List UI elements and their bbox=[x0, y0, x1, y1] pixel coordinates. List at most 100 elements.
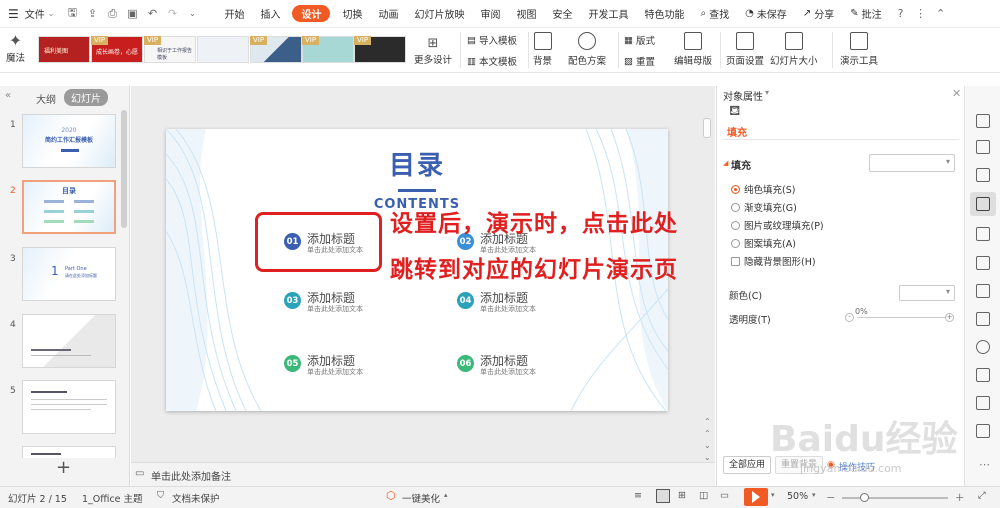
tab-design[interactable]: 设计 bbox=[292, 5, 331, 22]
collapse-panel-icon[interactable]: « bbox=[5, 90, 11, 101]
notes-toggle-icon[interactable]: ≡ bbox=[634, 490, 642, 501]
pattern-fill-radio[interactable]: 图案填充(A) bbox=[731, 236, 796, 250]
template-thumb[interactable]: VIP bbox=[302, 36, 354, 63]
reset-background-button[interactable]: 重置背景 bbox=[775, 456, 823, 474]
template-thumb[interactable] bbox=[197, 36, 249, 63]
import-template-button[interactable]: ▤ 导入模板 bbox=[467, 33, 517, 48]
more-icon[interactable]: ⋮ bbox=[914, 7, 928, 21]
zoom-slider[interactable] bbox=[842, 493, 948, 502]
more-designs-button[interactable]: ⊞ 更多设计 bbox=[414, 36, 452, 66]
search-box[interactable]: ⌕ 查找 bbox=[692, 0, 737, 28]
solid-fill-radio[interactable]: 纯色填充(S) bbox=[731, 182, 795, 196]
doc-protection[interactable]: 文档未保护 bbox=[172, 491, 220, 505]
transparency-slider[interactable] bbox=[857, 317, 945, 318]
save-icon[interactable]: 🖫 bbox=[65, 6, 79, 21]
background-button[interactable]: 背景 bbox=[533, 32, 552, 67]
tab-outline[interactable]: 大纲 bbox=[36, 91, 56, 106]
layout-icon[interactable] bbox=[976, 312, 990, 326]
slide-thumbnail-4[interactable] bbox=[22, 314, 116, 368]
collapse-icon[interactable]: ⌃ bbox=[934, 7, 948, 21]
shapes-icon[interactable] bbox=[976, 114, 990, 128]
tab-security[interactable]: 安全 bbox=[544, 0, 580, 28]
tab-view[interactable]: 视图 bbox=[508, 0, 544, 28]
sorter-view-icon[interactable]: ⊞ bbox=[678, 490, 686, 501]
fill-dropdown[interactable]: ▾ bbox=[869, 154, 955, 172]
backup-icon[interactable] bbox=[976, 368, 990, 382]
share-button[interactable]: ↗ 分享 bbox=[795, 0, 842, 28]
zoom-in-button[interactable]: ＋ bbox=[955, 490, 965, 504]
notes-pane[interactable]: ▭ 单击此处添加备注 bbox=[131, 462, 715, 486]
template-thumb[interactable]: VIP bbox=[354, 36, 406, 63]
add-slide-button[interactable]: + bbox=[56, 458, 71, 478]
reset-button[interactable]: ▧ 重置 bbox=[624, 54, 655, 69]
undo-icon[interactable]: ↶ bbox=[145, 7, 159, 21]
decrease-button[interactable]: - bbox=[845, 313, 854, 322]
magic-button[interactable]: ✦ 魔法 bbox=[6, 32, 25, 65]
menu-icon[interactable]: ☰ bbox=[0, 0, 23, 28]
print-icon[interactable]: ⎙ bbox=[105, 7, 119, 21]
zoom-level[interactable]: 50% bbox=[787, 491, 808, 502]
presentation-tools-button[interactable]: 演示工具 bbox=[840, 32, 878, 67]
tab-review[interactable]: 审阅 bbox=[472, 0, 508, 28]
slideshow-view-icon[interactable]: ▭ bbox=[720, 490, 729, 501]
expand-arrow-icon[interactable]: ◢ bbox=[723, 159, 728, 167]
scrollbar[interactable] bbox=[121, 110, 127, 228]
more-icon[interactable]: ⋯ bbox=[979, 458, 990, 471]
tab-insert[interactable]: 插入 bbox=[252, 0, 288, 28]
record-icon[interactable] bbox=[976, 396, 990, 410]
chevron-down-icon[interactable]: ▾ bbox=[771, 491, 775, 499]
tab-slideshow[interactable]: 幻灯片放映 bbox=[406, 0, 472, 28]
settings-sliders-icon[interactable] bbox=[976, 197, 990, 211]
this-template-button[interactable]: ▥ 本文模板 bbox=[467, 54, 517, 69]
color-dropdown[interactable]: ▾ bbox=[899, 285, 955, 301]
preview-icon[interactable]: ▣ bbox=[125, 7, 139, 21]
page-nav[interactable]: ⌃ ⌃ ⌄ ⌄ bbox=[704, 416, 711, 464]
template-thumb[interactable]: 福利美图 bbox=[38, 36, 90, 63]
tab-animation[interactable]: 动画 bbox=[370, 0, 406, 28]
picture-fill-radio[interactable]: 图片或纹理填充(P) bbox=[731, 218, 824, 232]
zoom-slider-thumb[interactable] bbox=[860, 493, 869, 502]
hide-bg-graphics-checkbox[interactable]: 隐藏背景图形(H) bbox=[731, 254, 816, 268]
sync-icon[interactable] bbox=[976, 424, 990, 438]
export-icon[interactable]: ⇪ bbox=[85, 7, 99, 21]
template-thumb[interactable]: VIP bbox=[250, 36, 302, 63]
toc-item[interactable]: 03 添加标题 单击此处添加文本 bbox=[284, 291, 363, 314]
play-button[interactable] bbox=[744, 488, 768, 506]
unsaved-button[interactable]: ◔ 未保存 bbox=[737, 0, 795, 28]
properties-icon[interactable] bbox=[976, 140, 990, 154]
slide-size-button[interactable]: 幻灯片大小 bbox=[770, 32, 818, 67]
scrollbar[interactable] bbox=[703, 118, 711, 138]
increase-button[interactable]: + bbox=[945, 313, 954, 322]
slide-thumbnail-3[interactable]: 1 Part One 请在此处添加标题 bbox=[22, 247, 116, 301]
fit-window-icon[interactable]: ⤢ bbox=[978, 490, 986, 501]
template-thumb[interactable]: VIP 相识于工作报告模板 bbox=[144, 36, 196, 63]
toc-item[interactable]: 06 添加标题 单击此处添加文本 bbox=[457, 354, 536, 377]
archive-icon[interactable] bbox=[976, 284, 990, 298]
image-icon[interactable] bbox=[976, 227, 990, 241]
tab-transition[interactable]: 切换 bbox=[334, 0, 370, 28]
normal-view-icon[interactable] bbox=[656, 489, 670, 503]
redo-icon[interactable]: ↷ bbox=[165, 7, 179, 21]
edit-master-button[interactable]: 编辑母版 bbox=[674, 32, 712, 67]
share-icon[interactable] bbox=[976, 256, 990, 270]
theme-name[interactable]: 1_Office 主题 bbox=[82, 491, 143, 505]
slide-thumbnail-1[interactable]: 2020 简约工作汇报模板 bbox=[22, 114, 116, 168]
tab-slides[interactable]: 幻灯片 bbox=[64, 89, 108, 106]
tips-link[interactable]: 操作技巧 bbox=[839, 460, 875, 473]
tab-home[interactable]: 开始 bbox=[216, 0, 252, 28]
chevron-down-icon[interactable]: ▾ bbox=[765, 88, 769, 97]
toc-item[interactable]: 05 添加标题 单击此处添加文本 bbox=[284, 354, 363, 377]
comment-button[interactable]: ✎ 批注 bbox=[842, 0, 889, 28]
object-properties-icon[interactable] bbox=[976, 168, 990, 182]
beautify-button[interactable]: 一键美化 bbox=[402, 491, 440, 505]
help-icon[interactable]: ? bbox=[894, 7, 908, 21]
tab-fill[interactable]: 填充 bbox=[727, 124, 747, 139]
file-menu[interactable]: 文件 ⌄ bbox=[23, 0, 63, 28]
layout-button[interactable]: ▦ 版式 bbox=[624, 33, 655, 48]
gradient-fill-radio[interactable]: 渐变填充(G) bbox=[731, 200, 797, 214]
apply-all-button[interactable]: 全部应用 bbox=[723, 456, 771, 474]
slide-thumbnail-2[interactable]: 目录 bbox=[22, 180, 116, 234]
template-thumb[interactable]: VIP 成长画卷，心愿 bbox=[91, 36, 143, 63]
zoom-out-button[interactable]: － bbox=[826, 490, 836, 504]
toc-item[interactable]: 04 添加标题 单击此处添加文本 bbox=[457, 291, 536, 314]
